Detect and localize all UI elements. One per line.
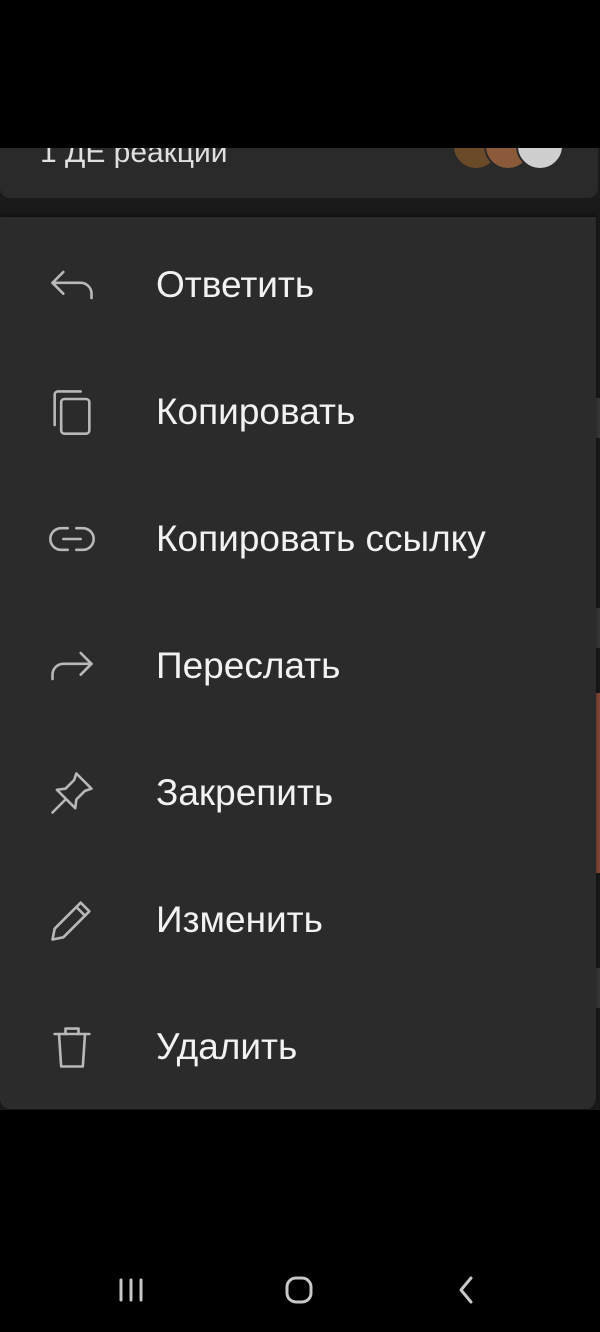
menu-item-delete[interactable]: Удалить — [0, 983, 596, 1110]
link-icon — [42, 509, 102, 569]
menu-item-edit[interactable]: Изменить — [0, 856, 596, 983]
menu-item-forward[interactable]: Переслать — [0, 602, 596, 729]
reply-icon — [42, 255, 102, 315]
system-navigation-bar — [0, 1262, 600, 1332]
back-button[interactable] — [432, 1270, 502, 1314]
home-icon — [283, 1274, 315, 1311]
reactions-count-text: 1 ДЕ реакции — [40, 148, 228, 169]
home-button[interactable] — [264, 1270, 334, 1314]
avatar — [516, 148, 564, 170]
menu-item-reply[interactable]: Ответить — [0, 221, 596, 348]
menu-item-pin[interactable]: Закрепить — [0, 729, 596, 856]
pin-icon — [42, 763, 102, 823]
menu-item-label: Закрепить — [156, 771, 334, 813]
forward-icon — [42, 636, 102, 696]
menu-item-label: Переслать — [156, 644, 341, 686]
recent-apps-icon — [115, 1276, 147, 1309]
menu-item-label: Ответить — [156, 263, 315, 305]
copy-icon — [42, 382, 102, 442]
trash-icon — [42, 1017, 102, 1077]
menu-item-label: Копировать ссылку — [156, 517, 486, 559]
recent-apps-button[interactable] — [96, 1270, 166, 1314]
pencil-icon — [42, 890, 102, 950]
message-context-menu: Ответить Копировать Копировать ссылку Пе… — [0, 217, 596, 1109]
reactions-bar[interactable]: 1 ДЕ реакции — [0, 148, 598, 198]
menu-item-copy[interactable]: Копировать — [0, 348, 596, 475]
menu-item-label: Удалить — [156, 1025, 298, 1067]
menu-item-copy-link[interactable]: Копировать ссылку — [0, 475, 596, 602]
reaction-avatars — [452, 148, 572, 170]
menu-item-label: Копировать — [156, 390, 356, 432]
back-icon — [455, 1274, 479, 1311]
menu-item-label: Изменить — [156, 898, 323, 940]
